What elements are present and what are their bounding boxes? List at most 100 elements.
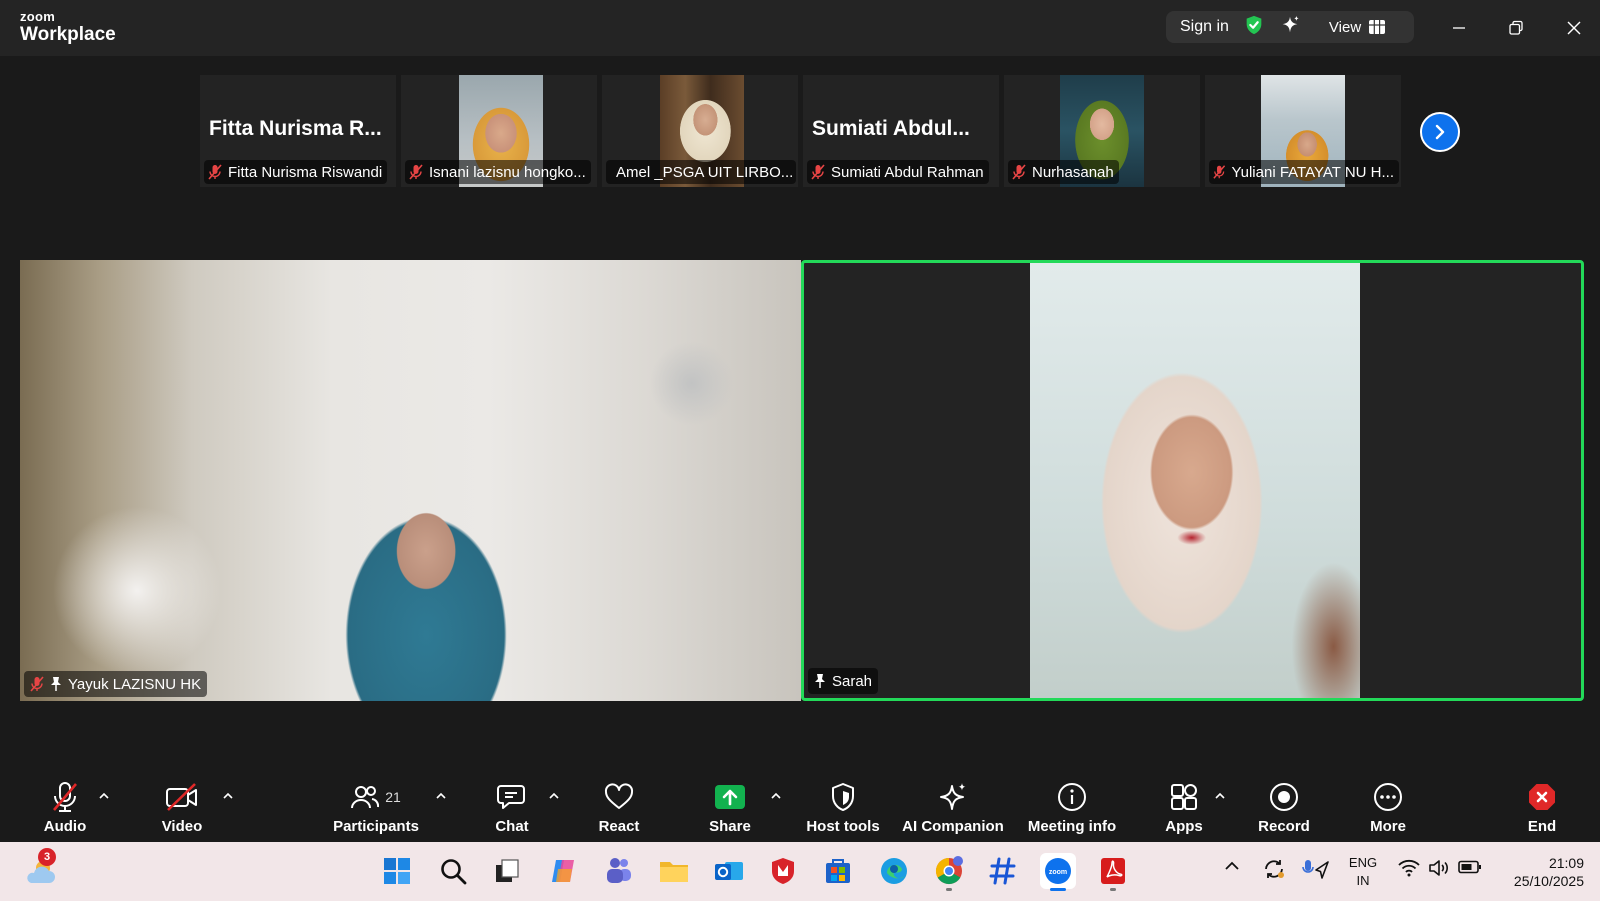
mic-muted-icon	[208, 164, 222, 180]
meeting-info-label: Meeting info	[1027, 818, 1117, 835]
chrome-icon	[935, 856, 963, 885]
participant-label: Isnani lazisnu hongko...	[429, 163, 586, 181]
participant-name-tag: Amel _PSGA UIT LIRBO...	[606, 160, 796, 184]
host-tools-button[interactable]: Host tools	[801, 768, 885, 842]
participant-thumbnail[interactable]: Nurhasanah	[1004, 75, 1200, 187]
hash-app[interactable]	[985, 853, 1021, 889]
participant-thumbnail[interactable]: Sumiati Abdul... Sumiati Abdul Rahman	[803, 75, 999, 187]
chrome-browser-app[interactable]	[931, 853, 967, 891]
more-label: More	[1370, 818, 1406, 835]
participant-name-tag: Sarah	[808, 668, 879, 694]
input-language-indicator[interactable]: ENG IN	[1348, 854, 1378, 890]
share-button[interactable]: Share	[700, 768, 760, 842]
more-button[interactable]: More	[1360, 768, 1416, 842]
host-tools-label: Host tools	[806, 818, 880, 835]
mic-muted-icon	[1012, 164, 1026, 180]
shield-check-icon[interactable]	[1243, 14, 1265, 41]
record-label: Record	[1258, 818, 1310, 835]
sync-tray-icon[interactable]	[1262, 858, 1286, 880]
apps-button[interactable]: Apps	[1156, 768, 1212, 842]
show-hidden-icons-button[interactable]	[1224, 860, 1240, 872]
outlook-icon	[715, 862, 743, 880]
participants-button[interactable]: 21 Participants	[328, 768, 424, 842]
chat-button[interactable]: Chat	[483, 768, 541, 842]
end-meeting-button[interactable]: End	[1516, 768, 1568, 842]
language-region: IN	[1356, 873, 1370, 888]
apps-options-caret[interactable]	[1212, 788, 1228, 804]
search-button[interactable]	[435, 853, 471, 889]
teams-app[interactable]	[600, 853, 636, 889]
file-explorer-app[interactable]	[656, 853, 692, 889]
battery-status[interactable]	[1458, 860, 1482, 874]
react-button[interactable]: React	[589, 768, 649, 842]
end-call-icon	[1529, 784, 1555, 810]
wifi-icon	[1398, 859, 1420, 877]
ai-sparkle-icon	[940, 783, 966, 810]
participant-name-tag: Nurhasanah	[1008, 160, 1119, 184]
participant-label: Yuliani FATAYAT NU H...	[1231, 163, 1394, 181]
share-options-caret[interactable]	[768, 788, 784, 804]
restore-button[interactable]	[1501, 13, 1531, 43]
participant-label: Fitta Nurisma Riswandi	[228, 163, 383, 181]
participant-name-tag: Fitta Nurisma Riswandi	[204, 160, 388, 184]
participant-thumbnail[interactable]: Yuliani FATAYAT NU H...	[1205, 75, 1401, 187]
brand-top: zoom	[20, 9, 56, 24]
teams-icon	[607, 858, 631, 883]
view-label: View	[1328, 18, 1362, 36]
view-button[interactable]: View	[1328, 18, 1386, 36]
mic-muted-icon	[1213, 165, 1226, 179]
mcafee-shield-icon	[772, 858, 794, 884]
edge-browser-app[interactable]	[876, 853, 912, 889]
acrobat-app[interactable]	[1095, 853, 1131, 891]
copilot-app[interactable]	[545, 853, 581, 889]
close-window-button[interactable]	[1559, 13, 1589, 43]
pdf-icon	[1101, 858, 1125, 884]
chat-icon	[497, 785, 525, 809]
participants-options-caret[interactable]	[433, 788, 449, 804]
folder-icon	[660, 862, 688, 882]
audio-button[interactable]: Audio	[34, 768, 96, 842]
chat-options-caret[interactable]	[546, 788, 562, 804]
mcafee-app[interactable]	[765, 853, 801, 889]
participant-name-tag: Isnani lazisnu hongko...	[405, 160, 591, 184]
record-button[interactable]: Record	[1252, 768, 1316, 842]
participant-thumbnail[interactable]: Fitta Nurisma R... Fitta Nurisma Riswand…	[200, 75, 396, 187]
sign-in-button[interactable]: Sign in	[1180, 18, 1229, 36]
refresh-icon	[1265, 860, 1284, 878]
mic-muted-icon	[409, 164, 423, 180]
ai-sparkle-icon[interactable]	[1279, 14, 1301, 41]
more-icon	[1374, 783, 1402, 811]
grid-view-icon	[1369, 20, 1386, 34]
start-button[interactable]	[379, 853, 415, 889]
zoom-app-icon: zoom	[1045, 858, 1071, 884]
video-tile-active-speaker[interactable]: Sarah	[801, 260, 1584, 701]
video-tile-left[interactable]: Yayuk LAZISNU HK	[20, 260, 801, 701]
meeting-info-button[interactable]: Meeting info	[1027, 768, 1117, 842]
participant-thumbnail[interactable]: Isnani lazisnu hongko...	[401, 75, 597, 187]
system-clock[interactable]: 21:09 25/10/2025	[1494, 854, 1584, 890]
outlook-app[interactable]	[711, 853, 747, 889]
participants-icon	[351, 786, 380, 809]
video-button[interactable]: Video	[150, 768, 214, 842]
participant-thumbnail[interactable]: Amel _PSGA UIT LIRBO...	[602, 75, 798, 187]
ai-companion-button[interactable]: AI Companion	[901, 768, 1005, 842]
info-icon	[1058, 783, 1086, 811]
react-label: React	[598, 818, 640, 835]
edge-icon	[881, 858, 907, 884]
ai-companion-label: AI Companion	[902, 818, 1004, 835]
microsoft-store-app[interactable]	[820, 853, 856, 889]
task-view-button[interactable]	[489, 853, 525, 889]
location-mic-tray-icon[interactable]	[1302, 858, 1330, 880]
share-label: Share	[709, 818, 751, 835]
audio-options-caret[interactable]	[96, 788, 112, 804]
zoom-app[interactable]: zoom	[1040, 853, 1076, 891]
wifi-status[interactable]	[1398, 859, 1420, 877]
chat-label: Chat	[495, 818, 529, 835]
next-page-button[interactable]	[1420, 112, 1460, 152]
volume-status[interactable]	[1428, 859, 1450, 877]
video-off-icon	[166, 783, 197, 811]
zoom-window: zoom Workplace Sign in View Fitta Nurism…	[0, 0, 1600, 901]
mic-muted-icon	[30, 676, 44, 692]
minimize-button[interactable]	[1444, 13, 1474, 43]
video-options-caret[interactable]	[220, 788, 236, 804]
